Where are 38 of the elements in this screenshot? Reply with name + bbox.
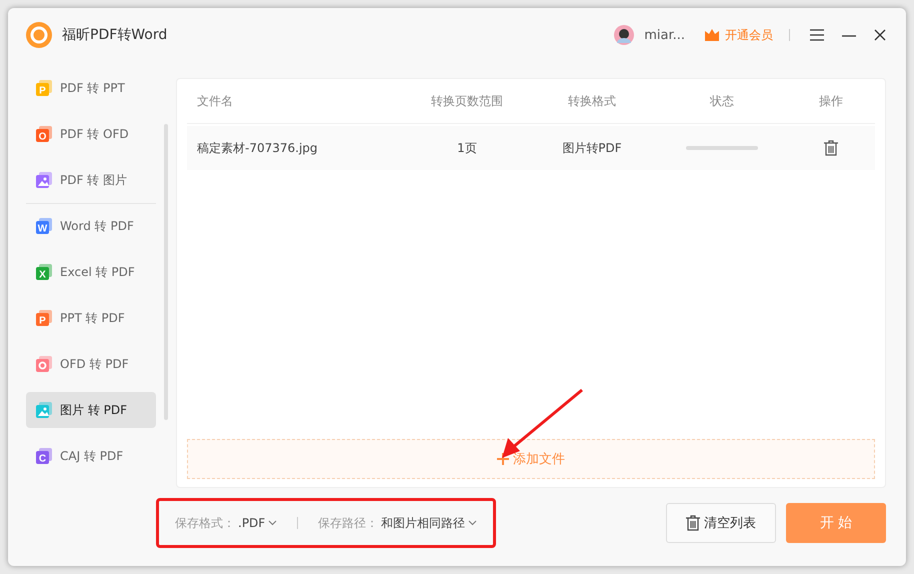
delete-icon[interactable] [824,140,838,156]
sidebar-item[interactable]: 图片 转 PDF [26,392,156,428]
column-header: 转换页数范围 [430,92,504,110]
letter-file-icon: X [36,264,52,280]
sidebar-item[interactable]: PDF 转 图片 [26,162,156,198]
chevron-down-icon [468,520,478,526]
path-dropdown[interactable]: 保存路径： 和图片相同路径 [318,514,478,532]
sidebar-item[interactable]: W Word 转 PDF [26,208,156,244]
crown-icon [705,29,719,41]
clear-list-button[interactable]: 清空列表 [666,503,776,543]
column-header: 操作 [818,92,844,110]
format-dropdown[interactable]: 保存格式： .PDF [175,514,278,532]
avatar-icon[interactable] [614,25,634,45]
sidebar-item[interactable]: X Excel 转 PDF [26,254,156,290]
letter-file-icon: C [36,448,52,464]
sidebar-item[interactable]: P PDF 转 PPT [26,70,156,106]
letter-file-icon: W [36,218,52,234]
window-title: 福昕PDF转Word [62,26,168,44]
app-logo-icon [26,22,52,48]
menu-icon [810,29,824,41]
plus-icon [497,453,509,465]
trash-icon [686,515,700,531]
letter-file-icon: P [36,310,52,326]
sidebar-item[interactable]: P PPT 转 PDF [26,300,156,336]
column-header: 状态 [709,92,735,110]
sidebar-item[interactable]: O PDF 转 OFD [26,116,156,152]
letter-file-icon: O [36,126,52,142]
chevron-down-icon [268,520,278,526]
column-header: 文件名 [196,92,234,110]
sidebar-item[interactable]: OFD 转 PDF [26,346,156,382]
letter-file-icon: P [36,80,52,96]
convert-format: 图片转PDF [561,140,623,156]
close-icon [874,29,886,41]
file-name: 稿定素材-707376.jpg [196,140,319,156]
user-name[interactable]: miar... [644,28,685,42]
column-header: 转换格式 [567,92,617,110]
page-range: 1页 [456,140,478,156]
sidebar-item[interactable]: C CAJ 转 PDF [26,438,156,474]
